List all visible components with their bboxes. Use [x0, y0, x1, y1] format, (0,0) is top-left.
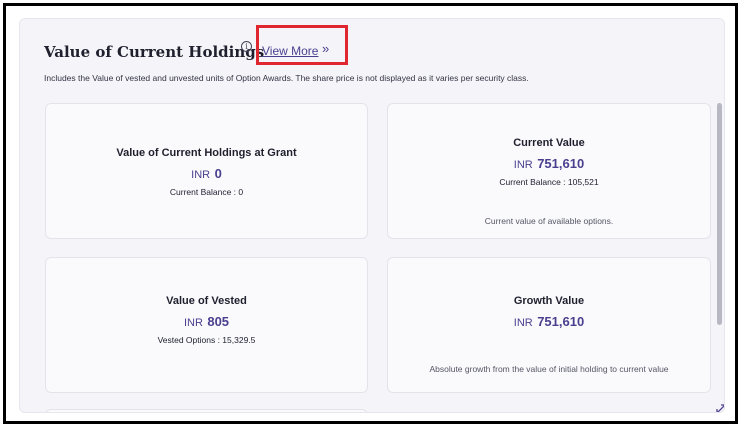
card-value-of-vested: Value of Vested INR 805 Vested Options :…: [45, 257, 368, 393]
cards-scroll-area[interactable]: Value of Current Holdings at Grant INR 0…: [44, 103, 712, 412]
card-amount: 0: [214, 166, 222, 181]
expand-icon[interactable]: [715, 403, 725, 413]
card-value: INR 751,610: [388, 155, 710, 173]
card-value: INR 0: [46, 165, 367, 183]
card-title: Current Value: [513, 137, 585, 149]
card-amount: 751,610: [537, 314, 585, 329]
card-value: INR 751,610: [388, 313, 710, 331]
info-icon[interactable]: i: [241, 41, 252, 52]
card-partial: [45, 409, 368, 412]
card-subtext: Current Balance : 105,521: [499, 177, 599, 187]
holdings-panel: Value of Current Holdings i View More » …: [19, 18, 725, 413]
card-value: INR 805: [46, 313, 367, 331]
card-current-value: Current Value INR 751,610 Current Balanc…: [387, 103, 711, 239]
card-currency: INR: [183, 317, 203, 329]
card-currency: INR: [513, 317, 533, 329]
card-note: Absolute growth from the value of initia…: [429, 364, 669, 374]
card-subtext: Vested Options : 15,329.5: [157, 335, 256, 345]
panel-description: Includes the Value of vested and unveste…: [44, 73, 529, 83]
card-title: Value of Current Holdings at Grant: [116, 147, 297, 159]
card-title: Growth Value: [513, 295, 585, 307]
card-note: Current value of available options.: [484, 216, 614, 226]
card-currency: INR: [191, 169, 211, 181]
card-subtext: Current Balance : 0: [169, 187, 244, 197]
vertical-scrollbar[interactable]: [717, 103, 722, 325]
panel-title: Value of Current Holdings: [44, 43, 265, 61]
card-value-at-grant: Value of Current Holdings at Grant INR 0…: [45, 103, 368, 239]
card-title: Value of Vested: [166, 295, 247, 307]
card-amount: 751,610: [537, 156, 585, 171]
card-growth-value: Growth Value INR 751,610 Absolute growth…: [387, 257, 711, 393]
card-currency: INR: [513, 159, 533, 171]
highlight-box: [256, 25, 348, 65]
screenshot-frame: Value of Current Holdings i View More » …: [3, 3, 738, 424]
card-amount: 805: [207, 314, 230, 329]
